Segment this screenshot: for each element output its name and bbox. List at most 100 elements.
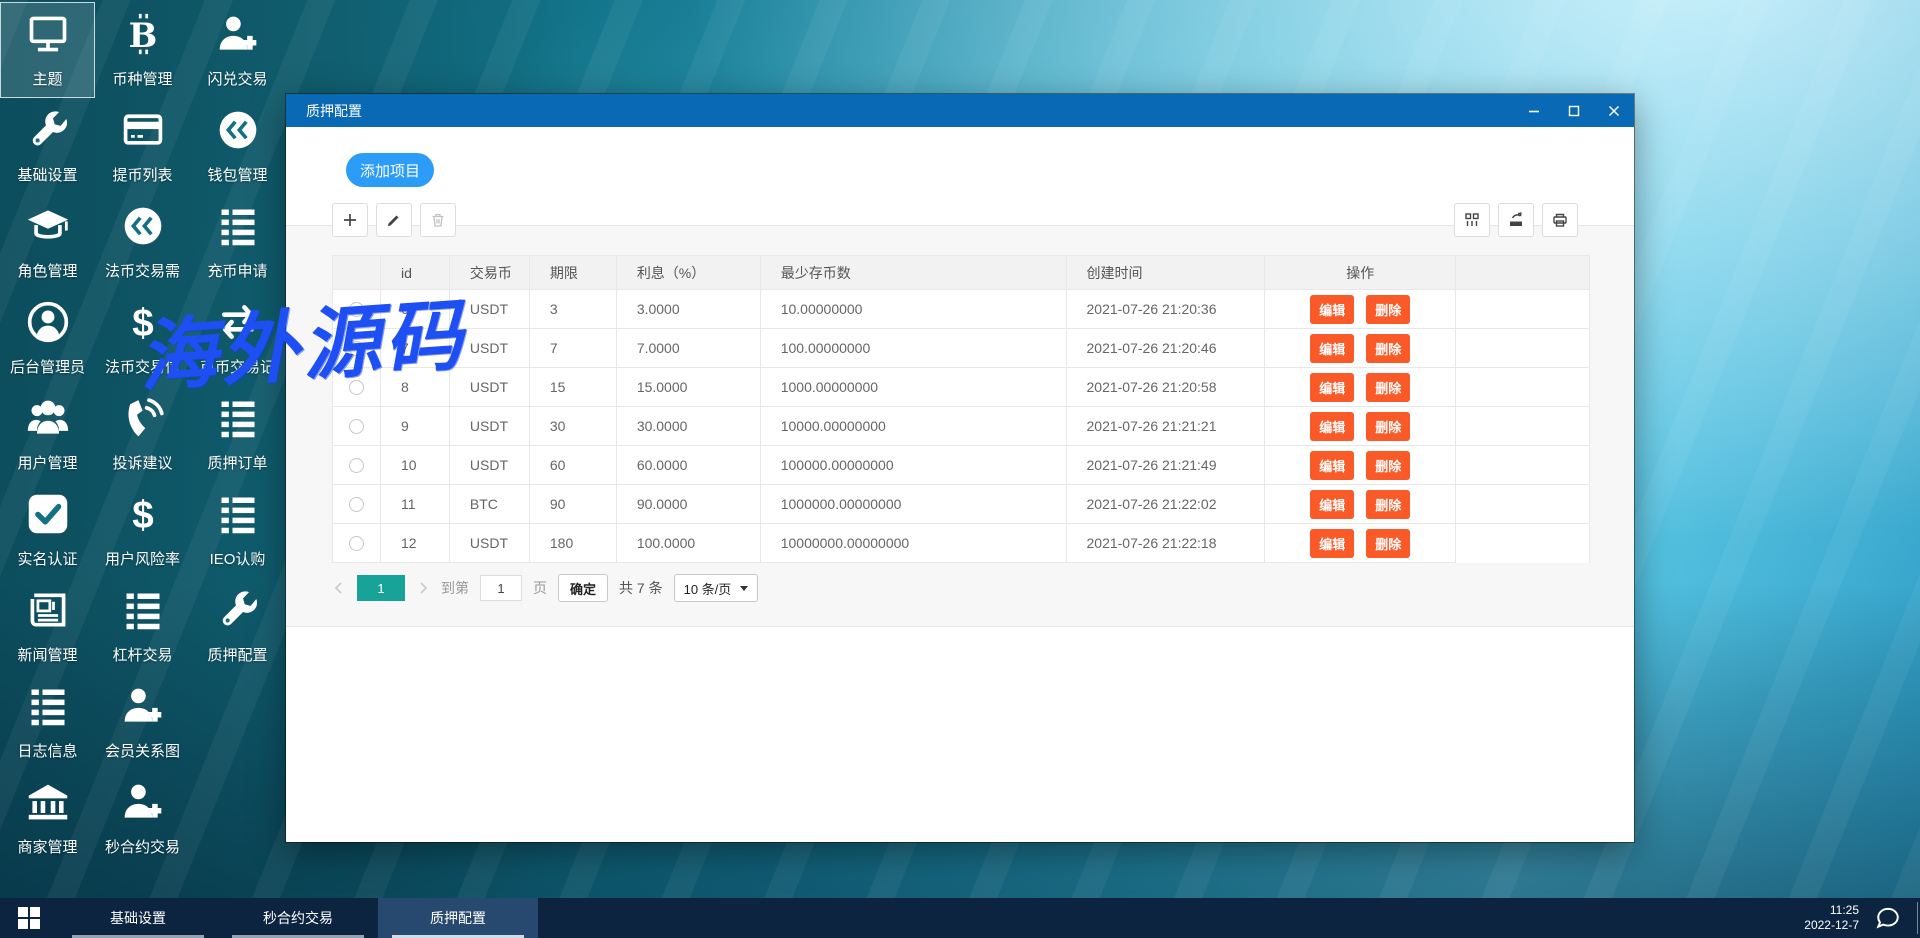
desktop-item-label: 会员关系图 <box>104 742 180 760</box>
cell-empty <box>1455 523 1590 563</box>
taskbar-item-second-contract[interactable]: 秒合约交易 <box>218 898 378 938</box>
edit-button[interactable]: 编辑 <box>1310 528 1355 558</box>
desktop-item-merchant-manage[interactable]: 商家管理 <box>0 770 95 866</box>
desktop-item-label: 实名认证 <box>17 550 78 568</box>
close-button[interactable] <box>1594 94 1634 127</box>
desktop-item-deposit-apply[interactable]: 充币申请 <box>190 194 285 290</box>
desktop-item-news-manage[interactable]: 新闻管理 <box>0 578 95 674</box>
desktop-item-log-info[interactable]: 日志信息 <box>0 674 95 770</box>
desktop-item-second-contract[interactable]: 秒合约交易 <box>95 770 190 866</box>
edit-button[interactable]: 编辑 <box>1310 294 1355 324</box>
desktop-item-pledge-order[interactable]: 质押订单 <box>190 386 285 482</box>
cell-coin: USDT <box>448 523 530 563</box>
cell-created: 2021-07-26 21:21:49 <box>1065 445 1266 485</box>
delete-button[interactable]: 删除 <box>1366 411 1411 441</box>
table-row[interactable]: 12 USDT 180 100.0000 10000000.00000000 2… <box>332 523 1590 563</box>
table-row[interactable]: 10 USDT 60 60.0000 100000.00000000 2021-… <box>332 445 1590 485</box>
taskbar-item-pledge-config[interactable]: 质押配置 <box>378 898 538 938</box>
cell-interest: 3.0000 <box>615 289 761 329</box>
edit-row-button[interactable] <box>376 203 412 237</box>
desktop-item-complaint[interactable]: 投诉建议 <box>95 386 190 482</box>
desktop-item-label: 用户管理 <box>17 454 78 472</box>
cell-min: 1000000.00000000 <box>759 484 1067 524</box>
desktop-item-wallet-manage[interactable]: 钱包管理 <box>190 98 285 194</box>
window-titlebar[interactable]: 质押配置 <box>286 94 1634 127</box>
taskbar-item-basic-settings[interactable]: 基础设置 <box>58 898 218 938</box>
current-page-button[interactable]: 1 <box>357 575 405 601</box>
cell-created: 2021-07-26 21:22:02 <box>1065 484 1266 524</box>
desktop-item-pledge-config[interactable]: 质押配置 <box>190 578 285 674</box>
delete-button[interactable]: 删除 <box>1366 333 1411 363</box>
desktop-item-user-risk[interactable]: 用户风险率 <box>95 482 190 578</box>
prev-page-button[interactable] <box>332 581 346 595</box>
print-button[interactable] <box>1542 203 1578 237</box>
table-row[interactable]: 7 USDT 7 7.0000 100.00000000 2021-07-26 … <box>332 328 1590 368</box>
desktop-item-label: 充币申请 <box>207 262 268 280</box>
minimize-button[interactable] <box>1514 94 1554 127</box>
delete-row-button[interactable] <box>420 203 456 237</box>
add-row-button[interactable] <box>332 203 368 237</box>
cell-interest: 7.0000 <box>615 328 761 368</box>
desktop-item-role-manage[interactable]: 角色管理 <box>0 194 95 290</box>
row-radio[interactable] <box>348 497 364 513</box>
delete-button[interactable]: 删除 <box>1366 372 1411 402</box>
delete-button[interactable]: 删除 <box>1366 450 1411 480</box>
goto-page-input[interactable] <box>480 575 522 601</box>
cell-min: 100.00000000 <box>759 328 1067 368</box>
table-toolbar-right <box>1454 203 1578 237</box>
table-row[interactable]: 8 USDT 15 15.0000 1000.00000000 2021-07-… <box>332 367 1590 407</box>
desktop-item-coin-manage[interactable]: 币种管理 <box>95 2 190 98</box>
desktop-item-coin-trade-record[interactable]: 币币交易记 <box>190 290 285 386</box>
desktop-item-label: 投诉建议 <box>112 454 173 472</box>
row-radio[interactable] <box>348 419 364 435</box>
desktop-item-withdraw-list[interactable]: 提币列表 <box>95 98 190 194</box>
desktop-item-theme[interactable]: 主题 <box>0 2 95 98</box>
export-button[interactable] <box>1498 203 1534 237</box>
row-radio[interactable] <box>348 302 364 318</box>
cell-min: 100000.00000000 <box>759 445 1067 485</box>
confirm-page-button[interactable]: 确定 <box>558 574 609 602</box>
desktop-item-fiat-trade-info[interactable]: 法币交易信 <box>95 290 190 386</box>
edit-button[interactable]: 编辑 <box>1310 489 1355 519</box>
columns-toggle-button[interactable] <box>1454 203 1490 237</box>
user-plus-icon <box>121 684 165 733</box>
table-row[interactable]: 11 BTC 90 90.0000 1000000.00000000 2021-… <box>332 484 1590 524</box>
desktop-item-leverage-trade[interactable]: 杠杆交易 <box>95 578 190 674</box>
maximize-button[interactable] <box>1554 94 1594 127</box>
edit-button[interactable]: 编辑 <box>1310 333 1355 363</box>
desktop-item-kyc[interactable]: 实名认证 <box>0 482 95 578</box>
delete-button[interactable]: 删除 <box>1366 294 1411 324</box>
next-page-button[interactable] <box>416 581 430 595</box>
row-radio[interactable] <box>348 380 364 396</box>
table-row[interactable]: 9 USDT 30 30.0000 10000.00000000 2021-07… <box>332 406 1590 446</box>
desktop-item-ieo[interactable]: IEO认购 <box>190 482 285 578</box>
row-radio[interactable] <box>348 341 364 357</box>
chevron-left-icon <box>332 581 346 595</box>
desktop-item-user-manage[interactable]: 用户管理 <box>0 386 95 482</box>
maximize-icon <box>1568 105 1580 117</box>
row-radio[interactable] <box>348 536 364 552</box>
total-records-label: 共 7 条 <box>619 580 663 596</box>
edit-button[interactable]: 编辑 <box>1310 450 1355 480</box>
desktop-item-basic-settings[interactable]: 基础设置 <box>0 98 95 194</box>
edit-button[interactable]: 编辑 <box>1310 411 1355 441</box>
page-size-select[interactable]: 10 条/页 <box>673 574 759 602</box>
cell-created: 2021-07-26 21:22:18 <box>1065 523 1266 563</box>
cell-interest: 30.0000 <box>615 406 761 446</box>
delete-button[interactable]: 删除 <box>1366 528 1411 558</box>
show-desktop-divider[interactable] <box>1917 902 1918 934</box>
edit-button[interactable]: 编辑 <box>1310 372 1355 402</box>
row-radio[interactable] <box>348 458 364 474</box>
add-project-button[interactable]: 添加项目 <box>346 153 434 187</box>
taskbar-clock[interactable]: 11:25 2022-12-7 <box>1804 903 1859 933</box>
chat-bubble-icon[interactable] <box>1875 905 1901 931</box>
export-icon <box>1507 211 1525 229</box>
col-header-id: id <box>379 255 450 290</box>
desktop-item-member-graph[interactable]: 会员关系图 <box>95 674 190 770</box>
delete-button[interactable]: 删除 <box>1366 489 1411 519</box>
desktop-item-admin[interactable]: 后台管理员 <box>0 290 95 386</box>
start-button[interactable] <box>0 898 58 938</box>
table-row[interactable]: 6 USDT 3 3.0000 10.00000000 2021-07-26 2… <box>332 289 1590 329</box>
desktop-item-fiat-trade-demand[interactable]: 法币交易需 <box>95 194 190 290</box>
desktop-item-flash-exchange[interactable]: 闪兑交易 <box>190 2 285 98</box>
